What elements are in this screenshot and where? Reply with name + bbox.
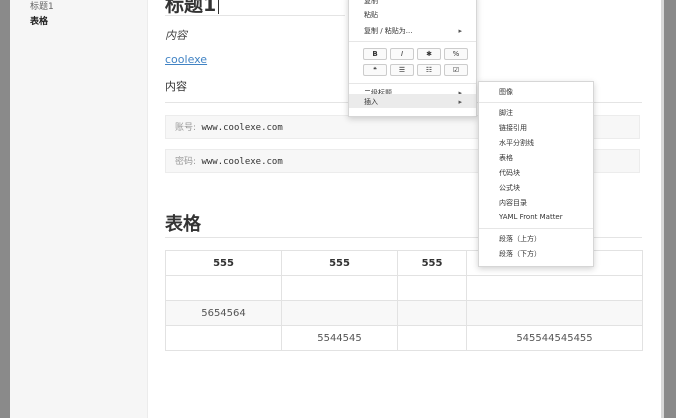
table-cell[interactable]	[281, 275, 398, 301]
heading-underline	[165, 15, 345, 16]
code-value-password: www.coolexe.com	[201, 157, 283, 167]
submenu-item-image[interactable]: 图像	[499, 87, 513, 97]
table-cell[interactable]: 5654564	[165, 300, 282, 326]
window-frame-right	[664, 0, 676, 418]
task-list-button[interactable]: ☑	[444, 64, 468, 76]
table-cell[interactable]: 545544545455	[466, 325, 643, 351]
quote-button[interactable]: ❝	[363, 64, 387, 76]
emphasis-text[interactable]: 内容	[165, 27, 187, 43]
submenu-item-toc[interactable]: 内容目录	[499, 198, 527, 208]
submenu-item-link-reference[interactable]: 链接引用	[499, 123, 527, 133]
table-header-cell[interactable]: 555	[165, 250, 282, 276]
heading-2[interactable]: 表格	[165, 210, 201, 236]
menu-separator	[349, 41, 476, 42]
paragraph-text[interactable]: 内容	[165, 78, 187, 94]
table-cell[interactable]	[281, 300, 398, 326]
table-cell[interactable]	[165, 325, 282, 351]
menu-item-copy[interactable]: 复制	[364, 0, 378, 6]
submenu-item-paragraph-above[interactable]: 段落（上方）	[499, 234, 541, 244]
menu-item-paste[interactable]: 粘贴	[364, 10, 378, 20]
outline-item-table[interactable]: 表格	[30, 14, 48, 27]
code-label-password: 密码:	[175, 157, 197, 167]
table-row: 5654564	[165, 300, 643, 326]
unordered-list-button[interactable]: ☷	[417, 64, 441, 76]
ordered-list-button[interactable]: ☰	[390, 64, 414, 76]
table-header-cell[interactable]: 555	[397, 250, 467, 276]
insert-submenu: 图像 脚注 链接引用 水平分割线 表格 代码块 公式块 内容目录 YAML Fr…	[478, 81, 594, 267]
link-button[interactable]: %	[444, 48, 468, 60]
window-frame-left	[0, 0, 10, 418]
table-cell[interactable]	[165, 275, 282, 301]
outline-item-heading1[interactable]: 标题1	[30, 0, 54, 12]
submenu-item-table[interactable]: 表格	[499, 153, 513, 163]
chevron-right-icon: ▸	[458, 27, 462, 35]
context-menu: 复制 粘贴 复制 / 粘贴为... ▸ B I ✱ % ❝ ☰ ☷ ☑ 二级标题…	[348, 0, 477, 117]
heading-1-text: 标题1	[165, 0, 217, 16]
table-cell[interactable]	[397, 325, 467, 351]
menu-item-insert[interactable]: 插入	[364, 97, 378, 107]
table-header-cell[interactable]: 555	[281, 250, 398, 276]
table-cell[interactable]	[397, 275, 467, 301]
menu-separator	[479, 102, 593, 103]
menu-separator	[479, 228, 593, 229]
chevron-right-icon: ▸	[458, 98, 462, 106]
link-coolexe[interactable]: coolexe	[165, 53, 207, 66]
sidebar-outline: 标题1 表格	[10, 0, 148, 418]
code-button[interactable]: ✱	[417, 48, 441, 60]
table-cell[interactable]: 5544545	[281, 325, 398, 351]
submenu-item-yaml-front-matter[interactable]: YAML Front Matter	[499, 213, 563, 221]
table-cell[interactable]	[466, 275, 643, 301]
italic-button[interactable]: I	[390, 48, 414, 60]
submenu-item-code-block[interactable]: 代码块	[499, 168, 520, 178]
table-cell[interactable]	[466, 300, 643, 326]
text-cursor	[218, 0, 220, 14]
bold-button[interactable]: B	[363, 48, 387, 60]
submenu-item-paragraph-below[interactable]: 段落（下方）	[499, 249, 541, 259]
menu-item-copy-paste-as[interactable]: 复制 / 粘贴为...	[364, 26, 412, 36]
submenu-item-math-block[interactable]: 公式块	[499, 183, 520, 193]
table-cell[interactable]	[397, 300, 467, 326]
code-value-account: www.coolexe.com	[201, 123, 283, 133]
table-row	[165, 275, 643, 301]
table-row: 5544545 545544545455	[165, 325, 643, 351]
submenu-item-footnote[interactable]: 脚注	[499, 108, 513, 118]
menu-separator	[349, 83, 476, 84]
code-label-account: 账号:	[175, 123, 197, 133]
submenu-item-horizontal-rule[interactable]: 水平分割线	[499, 138, 534, 148]
